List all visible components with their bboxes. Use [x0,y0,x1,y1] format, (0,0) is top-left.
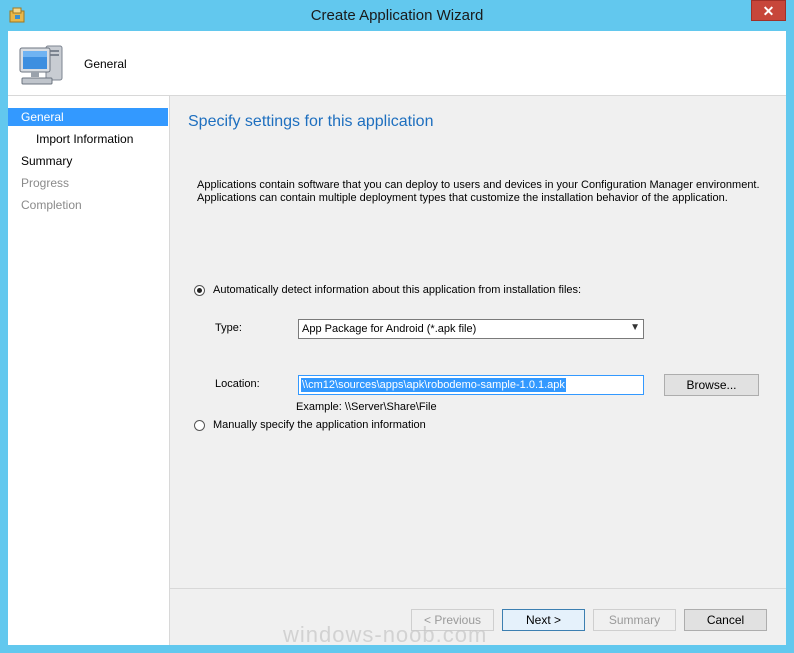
type-label: Type: [215,322,242,334]
description-line-1: Applications contain software that you c… [197,179,760,191]
page-heading: Specify settings for this application [188,113,434,130]
wizard-header: General [8,31,786,96]
location-example: Example: \\Server\Share\File [296,401,437,413]
next-button[interactable]: Next > [502,609,585,631]
watermark-text: windows-noob.com [283,622,488,647]
radio-selected-dot [197,288,202,293]
manual-radio[interactable] [194,420,205,431]
type-select-value: App Package for Android (*.apk file) [302,323,477,335]
header-page-label: General [84,57,127,71]
location-label: Location: [215,378,260,390]
close-icon: ✕ [762,3,775,19]
nav-item-general[interactable]: General [8,108,168,126]
wizard-client: General General Import Information Summa… [8,31,786,645]
auto-detect-radio[interactable] [194,285,205,296]
description-line-2: Applications can contain multiple deploy… [197,192,728,204]
wizard-nav: General Import Information Summary Progr… [8,96,170,645]
chevron-down-icon: ▼ [630,322,640,333]
wizard-window: Create Application Wizard ✕ General Gene… [0,0,794,653]
nav-item-summary[interactable]: Summary [8,152,168,170]
window-title: Create Application Wizard [310,7,484,24]
page-description: Applications contain software that you c… [197,179,777,205]
nav-item-import-information[interactable]: Import Information [8,130,168,148]
summary-button: Summary [593,609,676,631]
type-select[interactable]: App Package for Android (*.apk file) ▼ [298,319,644,339]
nav-item-completion: Completion [21,198,82,212]
close-button[interactable]: ✕ [751,0,786,21]
computer-icon [19,45,63,85]
browse-button[interactable]: Browse... [664,374,759,396]
location-input[interactable]: \\cm12\sources\apps\apk\robodemo-sample-… [298,375,644,395]
wizard-content: Specify settings for this application Ap… [170,96,786,588]
cancel-button[interactable]: Cancel [684,609,767,631]
nav-item-progress: Progress [21,176,70,190]
auto-detect-label[interactable]: Automatically detect information about t… [213,284,581,296]
location-input-value: \\cm12\sources\apps\apk\robodemo-sample-… [301,378,566,392]
title-bar[interactable]: Create Application Wizard ✕ [0,0,794,30]
footer-divider [170,588,786,589]
manual-label[interactable]: Manually specify the application informa… [213,419,426,431]
